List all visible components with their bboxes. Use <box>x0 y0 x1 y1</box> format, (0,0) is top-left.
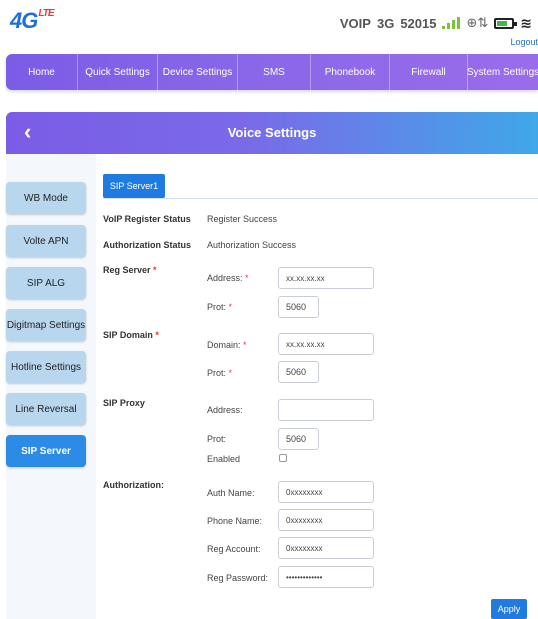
sidebar-item-volte-apn[interactable]: Volte APN <box>6 225 86 257</box>
sip-proxy-enabled-label: Enabled <box>207 454 241 464</box>
nav-firewall[interactable]: Firewall <box>390 54 468 90</box>
sip-proxy-port-input[interactable]: 5060 <box>278 428 319 450</box>
network-type: 3G <box>376 15 395 31</box>
phone-name-input[interactable]: 0xxxxxxxx <box>278 509 374 531</box>
sip-proxy-address-input[interactable] <box>278 399 374 421</box>
reg-account-input[interactable]: 0xxxxxxxx <box>278 537 374 559</box>
top-header: 4GLTE VOIP 3G 52015 ⊕⇅ ≋ Logout <box>0 0 538 52</box>
nav-quick-settings[interactable]: Quick Settings <box>78 54 158 90</box>
tab-divider <box>103 198 538 199</box>
sidebar-item-digitmap-settings[interactable]: Digitmap Settings <box>6 309 86 341</box>
wifi-icon: ≋ <box>520 14 532 31</box>
sidebar-item-sip-server[interactable]: SIP Server <box>6 435 86 467</box>
logo: 4GLTE <box>10 8 55 33</box>
sidebar-item-sip-alg[interactable]: SIP ALG <box>6 267 86 299</box>
page-title-bar: ‹ Voice Settings <box>6 112 538 154</box>
sip-domain-input[interactable]: xx.xx.xx.xx <box>278 333 374 355</box>
auth-status-value: Authorization Success <box>207 240 297 250</box>
sip-proxy-enabled-checkbox[interactable] <box>279 454 287 462</box>
operator-code: 52015 <box>400 15 437 31</box>
mode-indicator: VOIP <box>339 15 371 31</box>
sip-proxy-label: SIP Proxy <box>103 398 145 408</box>
sidebar-item-wb-mode[interactable]: WB Mode <box>6 182 86 214</box>
reg-server-port-label: Prot: * <box>207 302 233 312</box>
voip-status-value: Register Success <box>207 214 278 224</box>
reg-server-label: Reg Server * <box>103 265 157 275</box>
reg-password-label: Reg Password: <box>207 573 269 583</box>
sip-domain-port-label: Prot: * <box>207 368 233 378</box>
status-bar: VOIP 3G 52015 ⊕⇅ ≋ <box>340 14 538 32</box>
auth-name-input[interactable]: 0xxxxxxxx <box>278 481 374 503</box>
nav-system-settings[interactable]: System Settings <box>467 54 538 90</box>
logout-link[interactable]: Logout <box>510 37 538 47</box>
sip-domain-label: SIP Domain * <box>103 330 159 340</box>
sip-domain-domain-label: Domain: * <box>207 340 247 350</box>
phone-name-label: Phone Name: <box>207 516 263 526</box>
auth-status-label: Authorization Status <box>103 240 191 250</box>
tab-sip-server1[interactable]: SIP Server1 <box>103 174 165 198</box>
voip-status-label: VoIP Register Status <box>103 214 191 224</box>
sidebar-item-hotline-settings[interactable]: Hotline Settings <box>6 351 86 383</box>
page-title: Voice Settings <box>227 125 317 140</box>
main-nav: Home Quick Settings Device Settings SMS … <box>6 54 538 90</box>
sip-domain-port-input[interactable]: 5060 <box>278 361 319 383</box>
reg-server-address-input[interactable]: xx.xx.xx.xx <box>278 267 374 289</box>
nav-device-settings[interactable]: Device Settings <box>158 54 238 90</box>
reg-server-port-input[interactable]: 5060 <box>278 296 319 318</box>
nav-sms[interactable]: SMS <box>238 54 311 90</box>
apply-button[interactable]: Apply <box>491 599 527 619</box>
sip-proxy-address-label: Address: <box>207 405 243 415</box>
nav-home[interactable]: Home <box>6 54 78 90</box>
auth-name-label: Auth Name: <box>207 488 255 498</box>
nav-phonebook[interactable]: Phonebook <box>311 54 390 90</box>
data-globe-icon: ⊕⇅ <box>466 15 489 30</box>
authorization-label: Authorization: <box>103 480 164 490</box>
reg-server-address-label: Address: * <box>207 273 249 283</box>
reg-password-input[interactable]: ••••••••••••• <box>278 566 374 588</box>
signal-strength-icon <box>442 17 461 29</box>
reg-account-label: Reg Account: <box>207 544 261 554</box>
sip-proxy-port-label: Prot: <box>207 434 227 444</box>
battery-icon <box>494 17 518 29</box>
sidebar-item-line-reversal[interactable]: Line Reversal <box>6 393 86 425</box>
